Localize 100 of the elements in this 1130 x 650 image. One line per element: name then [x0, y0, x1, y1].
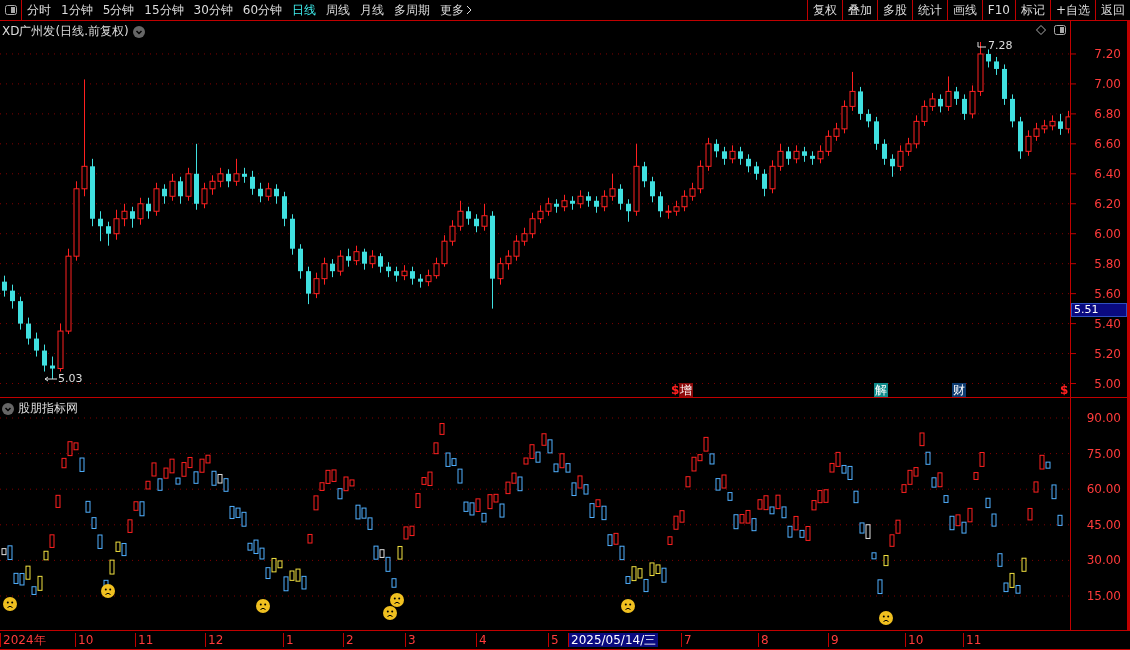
leader-line	[44, 376, 58, 382]
period-tab[interactable]: 分时	[22, 0, 56, 20]
toolbar-button[interactable]: 叠加	[841, 0, 877, 20]
axis-label: 6.60	[1094, 136, 1121, 151]
candlestick	[1065, 110, 1070, 134]
toolbar-button[interactable]: 复权	[806, 0, 842, 20]
event-marker[interactable]: 解	[874, 383, 888, 397]
time-axis-label: 4	[476, 633, 489, 647]
candlestick	[130, 206, 135, 229]
chevron-down-icon[interactable]	[2, 402, 14, 415]
candlestick	[346, 248, 351, 268]
candlestick	[738, 146, 743, 166]
dividend-marker[interactable]: $	[1059, 383, 1070, 397]
candlestick	[226, 168, 231, 188]
time-axis-label: 9	[828, 633, 841, 647]
axis-label: 5.20	[1094, 346, 1121, 361]
candlestick	[793, 144, 800, 164]
period-tab[interactable]: 5分钟	[97, 0, 140, 20]
axis-label: 5.00	[1094, 376, 1121, 391]
candlestick	[137, 197, 144, 226]
time-axis-label: 2	[343, 633, 356, 647]
candlestick	[185, 167, 192, 202]
current-price-tag: 5.51	[1071, 302, 1127, 317]
candlestick	[962, 93, 967, 121]
candlestick	[290, 213, 295, 256]
leader-line	[977, 41, 987, 48]
time-axis-label: 10	[75, 633, 96, 647]
more-button[interactable]: 更多	[435, 0, 479, 20]
candlestick	[746, 153, 751, 173]
axis-label: 6.40	[1094, 166, 1121, 181]
candlestick	[882, 138, 887, 166]
toolbar-button[interactable]: 多股	[876, 0, 912, 20]
axis-label: 15.00	[1086, 589, 1121, 603]
candlestick	[26, 317, 31, 346]
panel-toggle-icon[interactable]	[1054, 25, 1066, 35]
axis-label: 90.00	[1086, 411, 1121, 425]
candlestick	[802, 146, 807, 163]
high-price-label: 7.28	[988, 39, 1013, 52]
indicator-title: 股朋指标网	[18, 400, 78, 417]
candlestick	[618, 183, 623, 211]
axis-label: 5.40	[1094, 316, 1121, 331]
candlestick	[786, 146, 791, 166]
toolbar-button[interactable]: +自选	[1049, 0, 1095, 20]
period-tab[interactable]: 1分钟	[56, 0, 98, 20]
toolbar-button[interactable]: 画线	[946, 0, 982, 20]
candlestick	[153, 182, 160, 217]
candlestick	[626, 198, 631, 223]
time-axis-label: 3	[405, 633, 418, 647]
diamond-icon[interactable]	[1036, 25, 1046, 35]
dividend-marker[interactable]: $	[670, 383, 681, 397]
candlestick	[890, 153, 895, 178]
period-tab[interactable]: 15分钟	[139, 0, 189, 20]
candlestick	[945, 75, 952, 112]
chevron-down-icon[interactable]	[132, 25, 145, 38]
candlestick	[353, 245, 360, 266]
candlestick	[50, 356, 55, 380]
candlestick	[1058, 113, 1063, 136]
period-tab[interactable]: 30分钟	[188, 0, 238, 20]
candlestick	[729, 144, 736, 164]
chart-title: XD广州发(日线.前复权)	[2, 23, 129, 40]
period-tab[interactable]: 日线	[287, 0, 322, 20]
candlestick	[418, 273, 423, 289]
candlestick	[106, 221, 111, 247]
candlestick	[1010, 93, 1015, 128]
toolbar-button[interactable]: 标记	[1014, 0, 1050, 20]
candlestick	[714, 138, 719, 158]
candlestick	[594, 195, 599, 214]
period-tab[interactable]: 60分钟	[237, 0, 288, 20]
time-axis-label: 1	[283, 633, 296, 647]
candlestick	[561, 194, 568, 212]
toolbar-button[interactable]: 统计	[911, 0, 947, 20]
period-tab[interactable]: 月线	[355, 0, 390, 20]
candlestick	[874, 116, 879, 151]
toolbar-button[interactable]: 返回	[1095, 0, 1130, 20]
toolbar-button[interactable]: F10	[981, 0, 1015, 20]
candlestick	[18, 296, 23, 331]
candlestick	[274, 183, 279, 205]
low-price-label: 5.03	[58, 372, 83, 385]
candlestick	[178, 176, 183, 205]
candlestick	[242, 167, 247, 184]
axis-label: 5.80	[1094, 256, 1121, 271]
candlestick	[474, 213, 479, 233]
axis-label: 6.20	[1094, 196, 1121, 211]
candlestick	[10, 284, 15, 310]
candlestick	[1018, 116, 1023, 160]
candlestick	[265, 182, 272, 202]
candlestick	[233, 158, 240, 187]
event-marker[interactable]: 增	[679, 383, 693, 397]
candlestick	[810, 150, 815, 166]
axis-label: 7.00	[1094, 76, 1121, 91]
candlestick	[410, 266, 415, 286]
axis-label: 45.00	[1086, 517, 1121, 532]
candlestick	[577, 189, 584, 209]
candlestick	[146, 197, 151, 220]
period-tab[interactable]: 周线	[321, 0, 356, 20]
event-marker[interactable]: 财	[952, 383, 966, 397]
candlestick	[1002, 63, 1007, 106]
period-tab[interactable]: 多周期	[389, 0, 436, 20]
time-axis-label: 10	[905, 633, 926, 647]
candlestick	[386, 261, 391, 278]
